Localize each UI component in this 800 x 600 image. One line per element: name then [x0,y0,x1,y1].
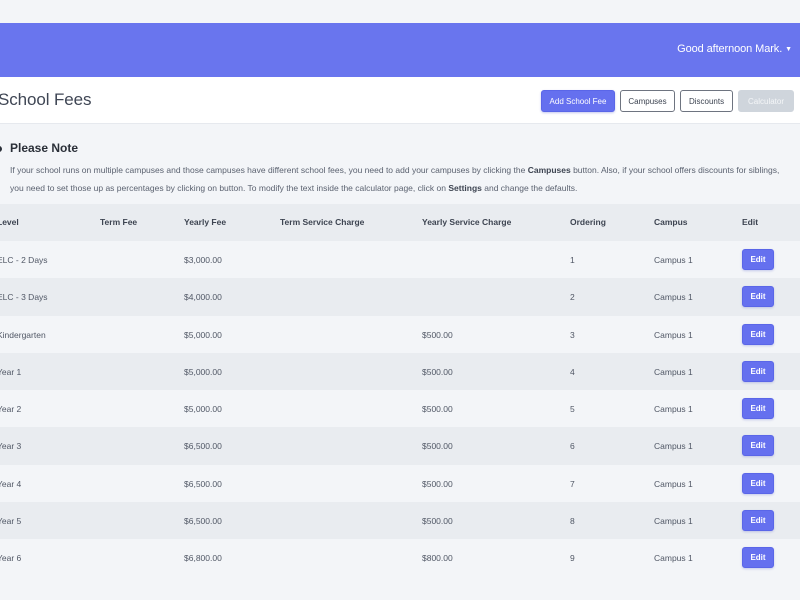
edit-button[interactable]: Edit [742,435,774,457]
page-header: School Fees Add School Fee Campuses Disc… [0,77,800,124]
edit-button[interactable]: Edit [742,398,774,420]
greeting-text: Good afternoon Mark. [677,43,783,55]
edit-button[interactable]: Edit [742,472,774,494]
table-row: ELC - 3 Days $4,000.00 2 Campus 1 Edit [0,278,800,316]
cell-ordering: 7 [570,478,575,489]
note-text: If your school runs on multiple campuses… [10,161,800,197]
cell-campus: Campus 1 [654,516,693,527]
edit-button[interactable]: Edit [742,547,774,569]
school-fees-table: Level Term Fee Yearly Fee Term Service C… [0,204,800,577]
cell-campus: Campus 1 [654,255,693,265]
note-title: Please Note [10,141,79,155]
discounts-button[interactable]: Discounts [680,90,733,112]
cell-level: ELC - 3 Days [0,292,48,303]
cell-ordering: 2 [570,292,575,303]
cell-ordering: 4 [570,366,575,377]
note-text-bold: Campuses [527,165,571,175]
table-row: Year 2 $5,000.00 $500.00 5 Campus 1 Edit [0,390,800,428]
cell-level: Year 1 [0,366,22,377]
note-text-part: you need to set those up as percentages … [10,183,449,193]
table-row: Year 1 $5,000.00 $500.00 4 Campus 1 Edit [0,352,800,391]
cell-ordering: 1 [570,255,575,265]
cell-campus: Campus 1 [654,404,693,415]
column-header-yearly-fee[interactable]: Yearly Fee [184,217,226,227]
edit-button[interactable]: Edit [742,249,774,270]
cell-campus: Campus 1 [654,441,693,452]
cell-level: Year 6 [0,553,22,564]
bullet-icon [0,146,2,152]
column-header-level[interactable]: Level [0,217,19,227]
cell-level: Year 3 [0,441,22,452]
table-row: Year 6 $6,800.00 $800.00 9 Campus 1 Edit [0,539,800,577]
note-text-bold: Settings [448,183,482,193]
note-text-part: and change the defaults. [481,183,578,193]
table-row: Kindergarten $5,000.00 $500.00 3 Campus 1 Edi… [0,315,800,353]
edit-button[interactable]: Edit [742,360,774,382]
cell-yearly-service-charge: $500.00 [422,441,453,452]
table-row: Year 4 $6,500.00 $500.00 7 Campus 1 Edit [0,464,800,503]
edit-button[interactable]: Edit [742,286,774,308]
cell-yearly-service-charge: $500.00 [422,516,453,527]
cell-yearly-fee: $6,500.00 [184,441,222,452]
cell-campus: Campus 1 [654,292,693,303]
chevron-down-icon: ▼ [785,45,792,53]
table-header: Level Term Fee Yearly Fee Term Service C… [0,204,800,241]
cell-yearly-fee: $4,000.00 [184,292,222,303]
edit-button[interactable]: Edit [742,510,774,532]
cell-yearly-service-charge: $500.00 [422,404,453,415]
cell-level: Year 5 [0,516,22,527]
column-header-edit: Edit [742,217,759,227]
cell-yearly-fee: $5,000.00 [184,404,222,415]
cell-yearly-fee: $5,000.00 [184,366,222,377]
add-school-fee-button[interactable]: Add School Fee [541,90,615,112]
cell-yearly-fee: $3,000.00 [184,255,222,265]
cell-campus: Campus 1 [654,329,693,340]
calculator-button: Calculator [738,90,794,112]
cell-yearly-fee: $6,500.00 [184,516,222,527]
cell-yearly-fee: $5,000.00 [184,329,222,340]
column-header-campus[interactable]: Campus [654,217,688,227]
cell-ordering: 3 [570,329,575,340]
column-header-ordering[interactable]: Ordering [570,217,606,227]
column-header-term-fee[interactable]: Term Fee [100,217,137,227]
table-row: Year 5 $6,500.00 $500.00 8 Campus 1 Edit [0,502,800,540]
cell-ordering: 6 [570,441,575,452]
cell-yearly-fee: $6,800.00 [184,553,222,564]
cell-ordering: 8 [570,516,575,527]
note-text-part: button. Also, if your school offers disc… [570,165,780,175]
cell-level: Year 4 [0,478,22,489]
table-row: Year 3 $6,500.00 $500.00 6 Campus 1 Edit [0,427,800,465]
column-header-yearly-service-charge[interactable]: Yearly Service Charge [422,217,511,227]
top-banner: Good afternoon Mark. ▼ [0,23,800,77]
cell-level: ELC - 2 Days [0,255,48,265]
cell-campus: Campus 1 [654,553,693,564]
user-menu[interactable]: Good afternoon Mark. ▼ [677,43,792,55]
page-title: School Fees [0,90,92,109]
cell-yearly-fee: $6,500.00 [184,478,222,489]
campuses-button[interactable]: Campuses [620,90,675,112]
column-header-term-service-charge[interactable]: Term Service Charge [280,217,364,227]
cell-campus: Campus 1 [654,366,693,377]
cell-yearly-service-charge: $500.00 [422,366,453,377]
cell-yearly-service-charge: $800.00 [422,553,453,564]
cell-yearly-service-charge: $500.00 [422,329,453,340]
table-body: ELC - 2 Days $3,000.00 1 Campus 1 Edit ELC - … [0,241,800,577]
cell-level: Year 2 [0,404,22,415]
cell-campus: Campus 1 [654,478,693,489]
cell-ordering: 9 [570,553,575,564]
cell-ordering: 5 [570,404,575,415]
cell-yearly-service-charge: $500.00 [422,478,453,489]
note-text-part: If your school runs on multiple campuses… [10,165,528,175]
table-row: ELC - 2 Days $3,000.00 1 Campus 1 Edit [0,241,800,279]
cell-level: Kindergarten [0,329,46,340]
edit-button[interactable]: Edit [742,323,774,345]
